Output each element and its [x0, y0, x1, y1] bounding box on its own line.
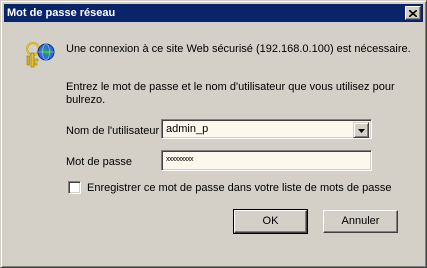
cancel-button[interactable]: Annuler [323, 210, 398, 233]
password-mask: xxxxxxxxx [166, 156, 194, 163]
instruction-line-1: Entrez le mot de passe et le nom d'utili… [66, 81, 395, 93]
remember-password-checkbox[interactable] [68, 181, 81, 194]
username-label: Nom de l'utilisateur [66, 125, 160, 137]
username-combobox[interactable]: admin_p [161, 119, 372, 139]
username-value[interactable]: admin_p [166, 123, 208, 136]
network-password-dialog: Mot de passe réseau Une connexion à ce s [0, 0, 427, 268]
connection-message: Une connexion à ce site Web sécurisé (19… [66, 43, 411, 55]
username-dropdown-button[interactable] [353, 122, 369, 138]
close-button[interactable] [405, 6, 421, 20]
password-field[interactable]: xxxxxxxxx [161, 150, 372, 171]
password-label: Mot de passe [66, 156, 133, 168]
close-icon [409, 9, 417, 17]
ok-button[interactable]: OK [233, 209, 308, 234]
remember-password-label[interactable]: Enregistrer ce mot de passe dans votre l… [87, 182, 392, 195]
title-bar[interactable]: Mot de passe réseau [4, 4, 423, 22]
instruction-line-2: bulrezo. [66, 94, 106, 106]
chevron-down-icon [357, 124, 365, 136]
window-title: Mot de passe réseau [7, 7, 116, 19]
keys-icon [23, 39, 57, 73]
